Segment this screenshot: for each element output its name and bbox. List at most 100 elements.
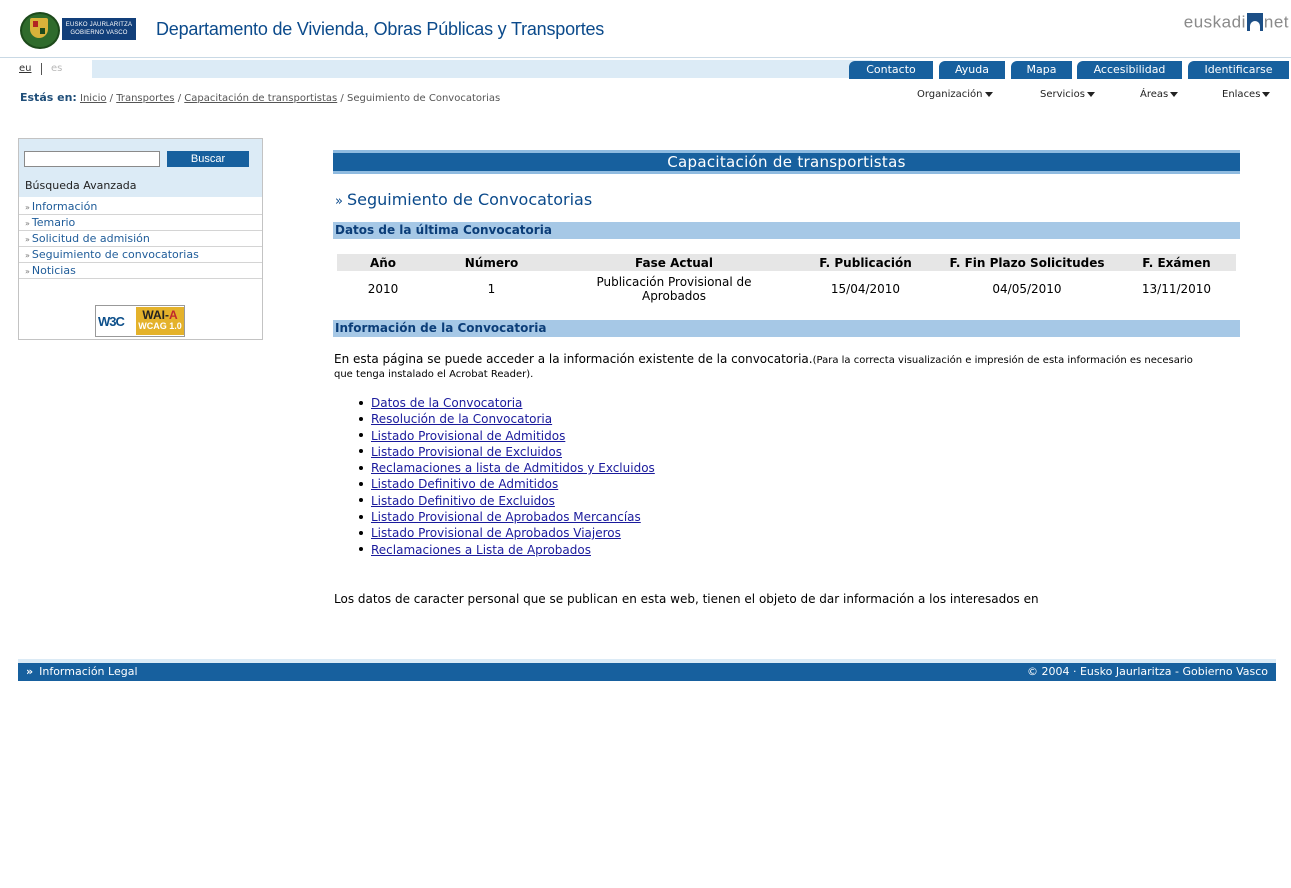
- bullet-icon: [359, 400, 363, 405]
- breadcrumb-label: Estás en:: [20, 91, 77, 104]
- list-item: Datos de la Convocatoria: [359, 395, 655, 411]
- bullet-icon: [359, 416, 363, 421]
- sidebar-item-seguimiento[interactable]: » Seguimiento de convocatorias: [19, 247, 262, 263]
- sidebar-item-label: Noticias: [31, 264, 76, 277]
- sidebar-item-label: Solicitud de admisión: [31, 232, 150, 245]
- sidebar-item-temario[interactable]: » Temario: [19, 215, 262, 231]
- raquo-icon: »: [335, 194, 343, 209]
- cell-numero: 1: [487, 282, 496, 296]
- doc-link-resolucion[interactable]: Resolución de la Convocatoria: [371, 412, 552, 426]
- list-item: Listado Provisional de Excluidos: [359, 444, 655, 460]
- column-header-fin-plazo: F. Fin Plazo Solicitudes: [937, 254, 1117, 273]
- tab-accesibilidad[interactable]: Accesibilidad: [1077, 61, 1182, 79]
- legal-info-link[interactable]: » Información Legal: [26, 663, 138, 681]
- info-section-header: Información de la Convocatoria: [333, 320, 1240, 337]
- dropdown-arrow-icon: [1170, 91, 1179, 97]
- main-content: Capacitación de transportistas » Seguimie…: [333, 150, 1240, 606]
- doc-link-aprobados-mercancias[interactable]: Listado Provisional de Aprobados Mercanc…: [371, 510, 641, 524]
- breadcrumb-current: Seguimiento de Convocatorias: [346, 93, 501, 104]
- raquo-icon: »: [25, 219, 30, 228]
- breadcrumb-inicio[interactable]: Inicio: [80, 93, 106, 104]
- sidebar: Buscar Búsqueda Avanzada » Información » T…: [18, 138, 263, 340]
- language-switcher: eu es: [0, 58, 92, 82]
- sidebar-item-label: Temario: [31, 216, 76, 229]
- menu-areas[interactable]: Áreas: [1140, 89, 1179, 100]
- site-footer: » Información Legal © 2004 · Eusko Jaurla…: [18, 659, 1276, 681]
- sidebar-item-solicitud[interactable]: » Solicitud de admisión: [19, 231, 262, 247]
- brand-euskadi-text: euskadi: [1183, 12, 1246, 32]
- list-item: Listado Provisional de Aprobados Mercanc…: [359, 509, 655, 525]
- sidebar-item-noticias[interactable]: » Noticias: [19, 263, 262, 279]
- list-item: Listado Definitivo de Admitidos: [359, 476, 655, 492]
- raquo-icon: »: [26, 665, 34, 678]
- doc-link-prov-excluidos[interactable]: Listado Provisional de Excluidos: [371, 445, 562, 459]
- bullet-icon: [359, 465, 363, 470]
- language-bar: eu es Contacto Ayuda Mapa Accesibilidad …: [0, 57, 1291, 82]
- basque-coat-of-arms-icon: [18, 11, 60, 49]
- brand-net-text: net: [1263, 12, 1289, 32]
- section-title: Capacitación de transportistas: [333, 150, 1240, 174]
- raquo-icon: »: [25, 251, 30, 260]
- advanced-search-link[interactable]: Búsqueda Avanzada: [25, 179, 137, 192]
- column-header-numero: Número: [429, 254, 554, 273]
- privacy-notice: Los datos de caracter personal que se pu…: [334, 592, 1039, 606]
- legal-info-label: Información Legal: [39, 665, 138, 678]
- bullet-icon: [359, 514, 363, 519]
- doc-link-def-admitidos[interactable]: Listado Definitivo de Admitidos: [371, 477, 558, 491]
- language-current-es: es: [51, 63, 63, 74]
- site-header: EUSKO JAURLARITZA GOBIERNO VASCO Departa…: [0, 0, 1291, 56]
- menu-organizacion-label: Organización: [917, 89, 983, 100]
- wai-level-block: WAI-A WCAG 1.0: [136, 307, 184, 335]
- copyright: © 2004 · Eusko Jaurlaritza - Gobierno Va…: [1027, 665, 1268, 678]
- cell-examen: 13/11/2010: [1141, 282, 1212, 296]
- government-logo[interactable]: EUSKO JAURLARITZA GOBIERNO VASCO: [18, 11, 138, 49]
- wai-prefix: WAI-: [142, 308, 169, 322]
- page-title-text: Seguimiento de Convocatorias: [346, 190, 593, 209]
- doc-link-reclamaciones-aprobados[interactable]: Reclamaciones a Lista de Aprobados: [371, 543, 591, 557]
- list-item: Reclamaciones a Lista de Aprobados: [359, 542, 655, 558]
- menu-areas-label: Áreas: [1140, 89, 1169, 100]
- breadcrumb-capacitacion[interactable]: Capacitación de transportistas: [184, 93, 337, 104]
- euskadi-net-logo[interactable]: euskadi net: [1184, 12, 1289, 36]
- bullet-icon: [359, 449, 363, 454]
- search-input[interactable]: [24, 151, 160, 167]
- government-name-plate: EUSKO JAURLARITZA GOBIERNO VASCO: [62, 18, 136, 40]
- breadcrumb-separator: /: [177, 93, 182, 104]
- doc-link-reclamaciones-admitidos[interactable]: Reclamaciones a lista de Admitidos y Exc…: [371, 461, 655, 475]
- language-link-eu[interactable]: eu: [19, 58, 32, 80]
- bullet-icon: [359, 547, 363, 552]
- list-item: Listado Definitivo de Excluidos: [359, 493, 655, 509]
- wai-level: A: [169, 308, 178, 322]
- tab-identificarse[interactable]: Identificarse: [1188, 61, 1289, 79]
- sidebar-item-informacion[interactable]: » Información: [19, 199, 262, 215]
- bullet-icon: [359, 530, 363, 535]
- raquo-icon: »: [25, 235, 30, 244]
- wai-a-badge[interactable]: W3C WAI-A WCAG 1.0: [95, 305, 185, 337]
- cell-fase: Publicación Provisional de Aprobados: [596, 275, 752, 303]
- breadcrumb-transportes[interactable]: Transportes: [116, 93, 174, 104]
- doc-link-prov-admitidos[interactable]: Listado Provisional de Admitidos: [371, 429, 565, 443]
- menu-servicios[interactable]: Servicios: [1040, 89, 1095, 100]
- doc-link-datos[interactable]: Datos de la Convocatoria: [371, 396, 522, 410]
- raquo-icon: »: [25, 203, 30, 212]
- bullet-icon: [359, 498, 363, 503]
- menu-organizacion[interactable]: Organización: [917, 89, 993, 100]
- tab-ayuda[interactable]: Ayuda: [939, 61, 1005, 79]
- language-separator: [41, 63, 42, 75]
- cell-ano: 2010: [367, 282, 399, 296]
- tab-mapa[interactable]: Mapa: [1011, 61, 1072, 79]
- department-title[interactable]: Departamento de Vivienda, Obras Públicas…: [156, 19, 604, 40]
- menu-enlaces[interactable]: Enlaces: [1222, 89, 1271, 100]
- wai-level-text: WAI-A: [136, 307, 184, 321]
- list-item: Listado Provisional de Admitidos: [359, 428, 655, 444]
- doc-link-aprobados-viajeros[interactable]: Listado Provisional de Aprobados Viajero…: [371, 526, 621, 540]
- tab-contacto[interactable]: Contacto: [849, 61, 933, 79]
- search-button[interactable]: Buscar: [167, 151, 249, 167]
- search-panel: Buscar Búsqueda Avanzada: [19, 139, 262, 197]
- cell-publicacion: 15/04/2010: [830, 282, 901, 296]
- w3c-logo: W3C: [98, 314, 125, 329]
- sidebar-menu: » Información » Temario » Solicitud de admi…: [19, 199, 262, 279]
- gov-name-basque: EUSKO JAURLARITZA: [65, 22, 133, 28]
- doc-link-def-excluidos[interactable]: Listado Definitivo de Excluidos: [371, 494, 555, 508]
- breadcrumb: Estás en: Inicio / Transportes / Capacit…: [20, 91, 500, 104]
